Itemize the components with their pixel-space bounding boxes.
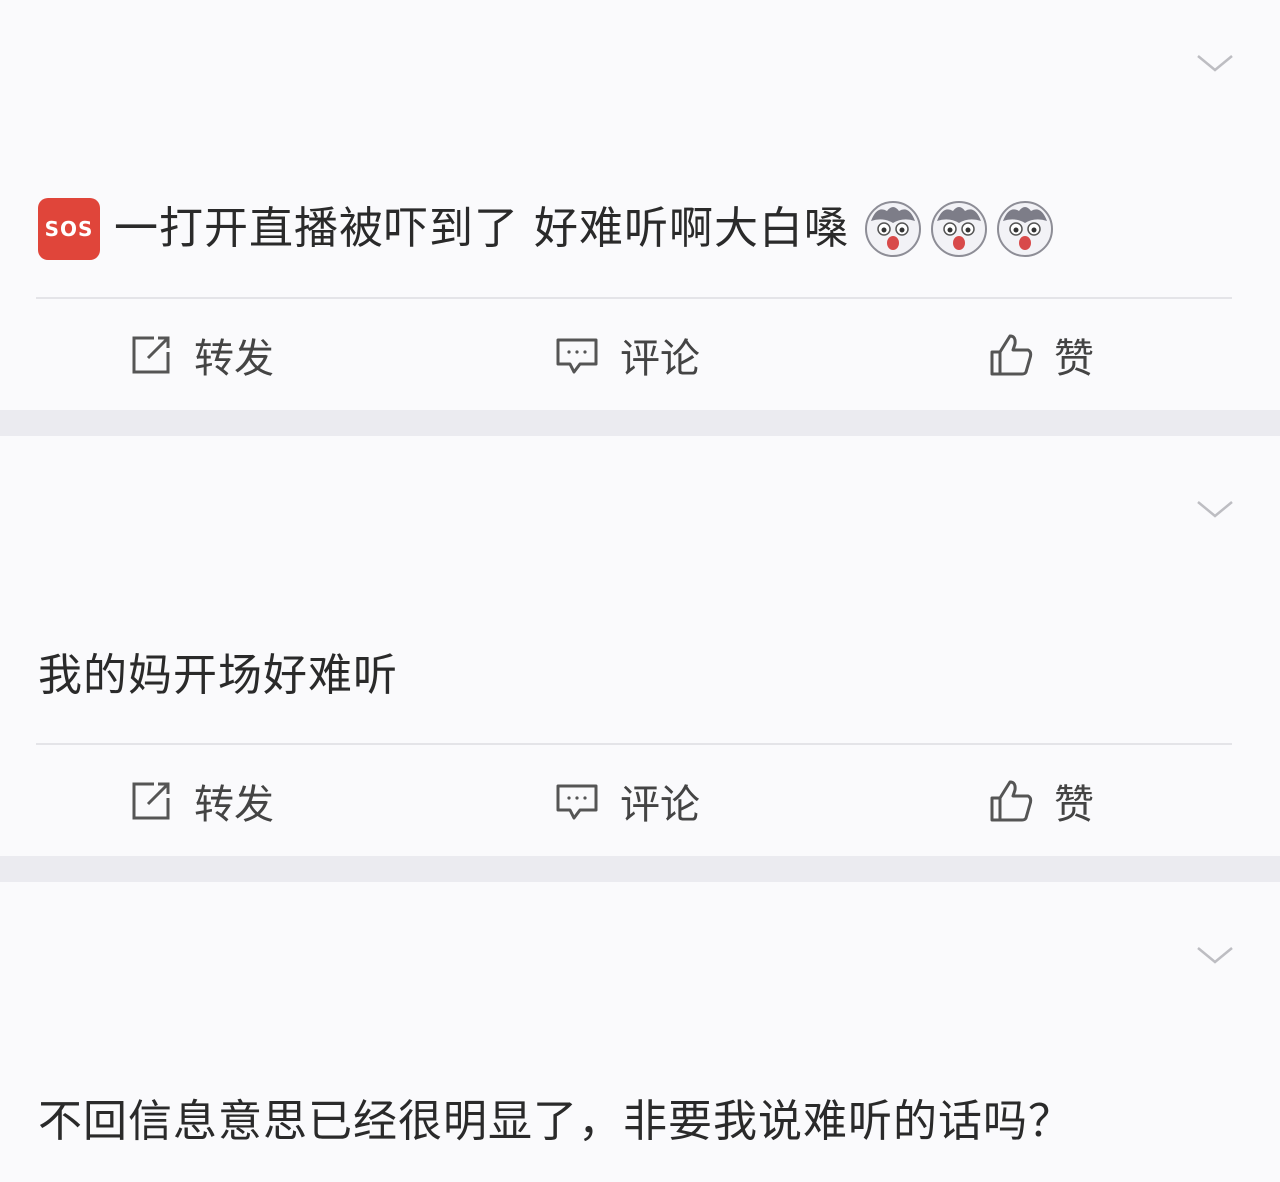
repost-button[interactable]: 转发 bbox=[128, 756, 274, 846]
post-card: 我的妈开场好难听 转发 评论 赞 bbox=[0, 436, 1280, 856]
comment-button[interactable]: 评论 bbox=[554, 310, 700, 400]
post-card: 不回信息意思已经很明显了，非要我说难听的话吗？ bbox=[0, 882, 1280, 1182]
divider bbox=[36, 297, 1232, 299]
post-card: SOS 一打开直播被吓到了 好难听啊大白嗓 转发 评论 赞 bbox=[0, 0, 1280, 410]
like-button[interactable]: 赞 bbox=[988, 756, 1094, 846]
post-text: 不回信息意思已经很明显了，非要我说难听的话吗？ bbox=[38, 1096, 1073, 1147]
thumbs-up-icon bbox=[990, 780, 1033, 822]
comment-button[interactable]: 评论 bbox=[554, 756, 700, 846]
comment-icon bbox=[556, 338, 598, 374]
like-button[interactable]: 赞 bbox=[988, 310, 1094, 400]
post-content: SOS 一打开直播被吓到了 好难听啊大白嗓 bbox=[38, 198, 1055, 260]
comment-icon bbox=[556, 784, 598, 820]
post-text: 我的妈开场好难听 bbox=[38, 650, 398, 701]
post-text: 一打开直播被吓到了 好难听啊大白嗓 bbox=[114, 203, 849, 254]
like-label: 赞 bbox=[1054, 782, 1094, 828]
repost-label: 转发 bbox=[194, 336, 274, 382]
action-bar: 转发 评论 赞 bbox=[0, 756, 1280, 846]
thumbs-up-icon bbox=[990, 334, 1033, 376]
repost-button[interactable]: 转发 bbox=[128, 310, 274, 400]
husky-emoji-icon bbox=[865, 201, 921, 257]
repost-icon bbox=[132, 336, 170, 374]
husky-emoji-icon bbox=[931, 201, 987, 257]
repost-label: 转发 bbox=[194, 782, 274, 828]
husky-emoji-icon bbox=[997, 201, 1053, 257]
chevron-down-icon[interactable] bbox=[1196, 498, 1234, 520]
divider bbox=[36, 743, 1232, 745]
action-bar: 转发 评论 赞 bbox=[0, 310, 1280, 400]
sos-icon: SOS bbox=[38, 198, 100, 260]
comment-label: 评论 bbox=[620, 782, 700, 828]
like-label: 赞 bbox=[1054, 336, 1094, 382]
comment-label: 评论 bbox=[620, 336, 700, 382]
chevron-down-icon[interactable] bbox=[1196, 944, 1234, 966]
repost-icon bbox=[132, 782, 170, 820]
chevron-down-icon[interactable] bbox=[1196, 52, 1234, 74]
